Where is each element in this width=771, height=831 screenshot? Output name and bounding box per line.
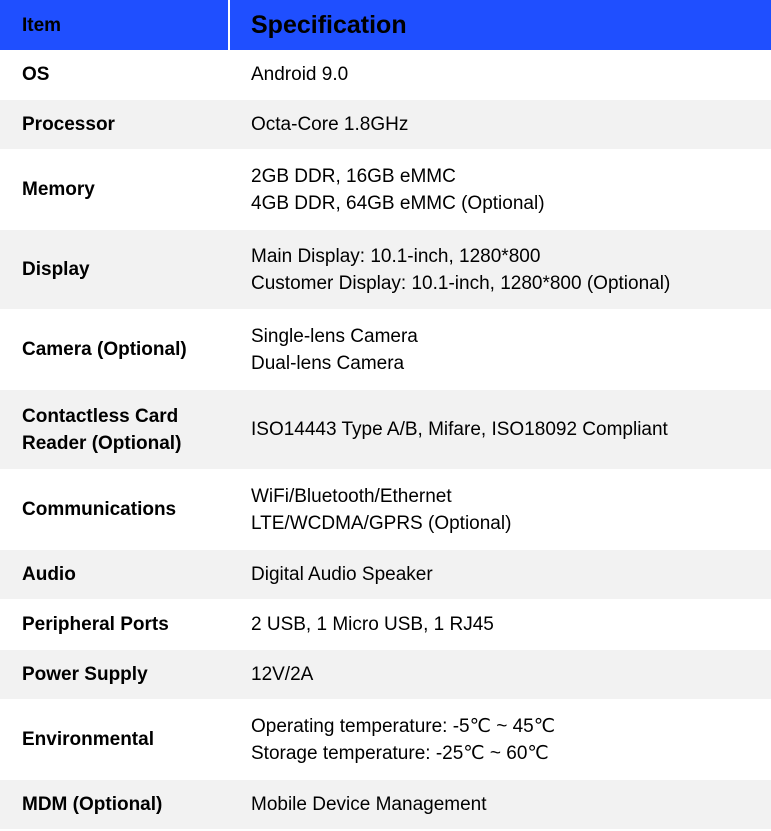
row-spec: WiFi/Bluetooth/Ethernet LTE/WCDMA/GPRS (… — [230, 470, 771, 549]
spec-line: Customer Display: 10.1-inch, 1280*800 (O… — [251, 272, 671, 294]
row-spec: Android 9.0 — [230, 50, 771, 99]
header-item: Item — [0, 0, 230, 50]
row-item: MDM (Optional) — [22, 794, 163, 815]
row-item: Camera (Optional) — [22, 339, 187, 360]
spec-line: Single-lens Camera — [251, 325, 418, 347]
spec-line: Storage temperature: -25℃ ~ 60℃ — [251, 742, 549, 764]
row-item-line: Contactless Card — [22, 405, 179, 427]
spec-line: Octa-Core 1.8GHz — [251, 114, 409, 135]
spec-line: Android 9.0 — [251, 64, 349, 85]
row-item: Communications — [22, 499, 177, 520]
spec-line: Mobile Device Management — [251, 794, 487, 815]
table-header: Item Specification — [0, 0, 771, 50]
row-item: Display — [22, 259, 90, 280]
row-item-line: Reader (Optional) — [22, 432, 182, 454]
spec-line: WiFi/Bluetooth/Ethernet — [251, 485, 452, 507]
row-item: Power Supply — [22, 664, 148, 685]
spec-line: Operating temperature: -5℃ ~ 45℃ — [251, 715, 556, 737]
table-row: Audio Digital Audio Speaker — [0, 550, 771, 600]
table-row: Memory 2GB DDR, 16GB eMMC 4GB DDR, 64GB … — [0, 150, 771, 230]
row-item: OS — [22, 64, 50, 85]
row-spec: 2 USB, 1 Micro USB, 1 RJ45 — [230, 600, 771, 649]
table-row: Environmental Operating temperature: -5℃… — [0, 700, 771, 780]
table-row: Camera (Optional) Single-lens Camera Dua… — [0, 310, 771, 390]
row-item: Audio — [22, 564, 76, 585]
spec-line: LTE/WCDMA/GPRS (Optional) — [251, 512, 512, 534]
table-row: MDM (Optional) Mobile Device Management — [0, 780, 771, 830]
spec-line: 2GB DDR, 16GB eMMC — [251, 165, 456, 187]
row-spec: Octa-Core 1.8GHz — [230, 100, 771, 149]
spec-line: ISO14443 Type A/B, Mifare, ISO18092 Comp… — [251, 419, 668, 440]
row-item: Contactless Card Reader (Optional) — [0, 390, 230, 469]
spec-line: 12V/2A — [251, 664, 314, 685]
row-spec: Operating temperature: -5℃ ~ 45℃ Storage… — [230, 700, 771, 779]
spec-line: Digital Audio Speaker — [251, 564, 433, 585]
row-spec: Single-lens Camera Dual-lens Camera — [230, 310, 771, 389]
spec-line: Main Display: 10.1-inch, 1280*800 — [251, 245, 541, 267]
spec-line: 4GB DDR, 64GB eMMC (Optional) — [251, 192, 545, 214]
spec-line: Dual-lens Camera — [251, 352, 405, 374]
spec-line: 2 USB, 1 Micro USB, 1 RJ45 — [251, 614, 494, 635]
table-row: Contactless Card Reader (Optional) ISO14… — [0, 390, 771, 470]
row-spec: Digital Audio Speaker — [230, 550, 771, 599]
row-spec: 2GB DDR, 16GB eMMC 4GB DDR, 64GB eMMC (O… — [230, 150, 771, 229]
table-row: Peripheral Ports 2 USB, 1 Micro USB, 1 R… — [0, 600, 771, 650]
spec-table: Item Specification OS Android 9.0 Proces… — [0, 0, 771, 830]
table-row: OS Android 9.0 — [0, 50, 771, 100]
table-row: Communications WiFi/Bluetooth/Ethernet L… — [0, 470, 771, 550]
row-item: Peripheral Ports — [22, 614, 169, 635]
row-spec: ISO14443 Type A/B, Mifare, ISO18092 Comp… — [230, 390, 771, 469]
row-spec: 12V/2A — [230, 650, 771, 699]
header-specification: Specification — [251, 10, 407, 39]
table-row: Processor Octa-Core 1.8GHz — [0, 100, 771, 150]
row-spec: Main Display: 10.1-inch, 1280*800 Custom… — [230, 230, 771, 309]
row-spec: Mobile Device Management — [230, 780, 771, 829]
row-item: Memory — [22, 179, 95, 200]
row-item: Processor — [22, 114, 115, 135]
table-row: Display Main Display: 10.1-inch, 1280*80… — [0, 230, 771, 310]
table-row: Power Supply 12V/2A — [0, 650, 771, 700]
row-item: Environmental — [22, 729, 154, 750]
